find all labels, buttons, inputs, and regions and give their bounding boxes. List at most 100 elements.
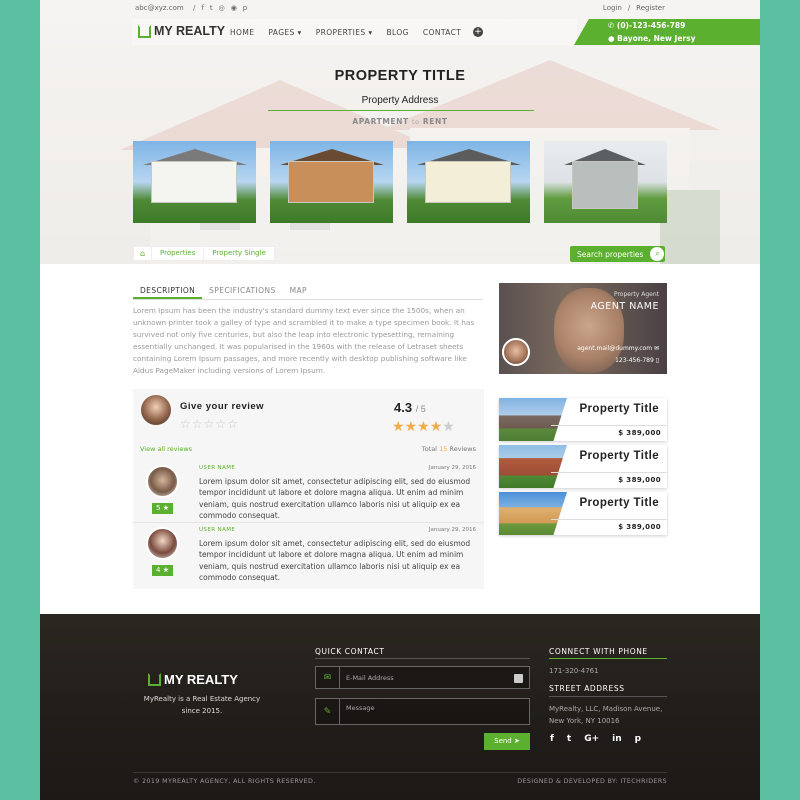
agent-avatar bbox=[502, 338, 530, 366]
dribbble-icon[interactable]: ◉ bbox=[231, 4, 237, 12]
quick-contact-title: QUICK CONTACT bbox=[315, 647, 385, 656]
street-address: MyRealty, LLC, Madison Avenue, New York,… bbox=[549, 705, 663, 725]
breadcrumb-properties[interactable]: Properties bbox=[152, 246, 205, 261]
type-mid: to bbox=[411, 118, 420, 126]
agent-phone[interactable]: 123-456-789 ▯ bbox=[615, 357, 659, 364]
total-label: Total bbox=[421, 445, 437, 453]
add-icon[interactable]: + bbox=[473, 27, 483, 37]
nav-location: ● Bayone, New Jersy bbox=[608, 34, 695, 43]
pinterest-icon[interactable]: p bbox=[243, 4, 247, 12]
detail-tabs: DESCRIPTION SPECIFICATIONS MAP bbox=[133, 284, 483, 300]
review-item: 4 ★ USER NAME January 29, 2016 Lorem ips… bbox=[133, 522, 484, 584]
logo[interactable]: MY REALTY bbox=[138, 24, 225, 38]
give-review-title: Give your review bbox=[180, 401, 265, 412]
menu-properties-label: PROPERTIES bbox=[315, 28, 366, 37]
footer-divider bbox=[133, 772, 667, 773]
view-all-reviews-link[interactable]: View all reviews bbox=[140, 445, 192, 453]
gallery-thumb-3[interactable] bbox=[407, 141, 530, 223]
email-field[interactable]: ✉ E-Mail Address bbox=[315, 666, 530, 689]
related-property-card[interactable]: Property Title $ 389,000 bbox=[499, 492, 667, 535]
property-thumbnail bbox=[499, 445, 567, 488]
home-icon[interactable]: ⌂ bbox=[134, 246, 152, 261]
score-value: 4.3 bbox=[394, 400, 413, 415]
autofill-icon[interactable] bbox=[514, 674, 523, 683]
footer-phone[interactable]: 171-320-4761 bbox=[549, 667, 599, 675]
nav-location-text: Bayone, New Jersy bbox=[617, 34, 696, 43]
pinterest-icon[interactable]: p bbox=[635, 734, 641, 744]
menu-contact[interactable]: CONTACT bbox=[423, 28, 461, 37]
login-link[interactable]: Login bbox=[603, 4, 622, 12]
tab-map[interactable]: MAP bbox=[283, 284, 314, 299]
quick-contact-divider bbox=[315, 658, 530, 659]
type-left: APARTMENT bbox=[352, 117, 409, 126]
menu-blog[interactable]: BLOG bbox=[387, 28, 409, 37]
star-icon[interactable]: ☆ bbox=[215, 417, 227, 431]
star-icon: ★ bbox=[392, 419, 405, 435]
tab-description[interactable]: DESCRIPTION bbox=[133, 284, 203, 299]
facebook-icon[interactable]: f bbox=[550, 734, 554, 744]
rating-input[interactable]: ☆☆☆☆☆ bbox=[180, 417, 239, 431]
search-properties-button[interactable]: Search properties ⌕ bbox=[570, 246, 666, 262]
footer: MY REALTY MyRealty is a Real Estate Agen… bbox=[40, 614, 760, 800]
reviewer-avatar bbox=[141, 395, 171, 425]
thumb-house bbox=[425, 161, 511, 203]
star-icon[interactable]: ☆ bbox=[180, 417, 192, 431]
google-plus-icon[interactable]: G+ bbox=[584, 734, 599, 744]
send-icon: ➤ bbox=[514, 737, 520, 745]
gallery-thumb-4[interactable] bbox=[544, 141, 667, 223]
card-divider bbox=[551, 425, 667, 426]
related-property-card[interactable]: Property Title $ 389,000 bbox=[499, 398, 667, 441]
menu-pages[interactable]: PAGES ▾ bbox=[268, 28, 301, 37]
send-label: Send bbox=[494, 737, 512, 745]
star-icon[interactable]: ☆ bbox=[227, 417, 239, 431]
related-property-title: Property Title bbox=[579, 403, 659, 415]
linkedin-icon[interactable]: in bbox=[612, 734, 622, 744]
nav-inner: MY REALTY HOME PAGES ▾ PROPERTIES ▾ BLOG… bbox=[132, 19, 577, 45]
star-icon: ★ bbox=[404, 419, 418, 435]
tab-specifications[interactable]: SPECIFICATIONS bbox=[202, 284, 282, 299]
designed-by[interactable]: DESIGNED & DEVELOPED BY: ITECHRIDERS bbox=[517, 778, 667, 785]
navbar: MY REALTY HOME PAGES ▾ PROPERTIES ▾ BLOG… bbox=[132, 19, 760, 45]
menu-pages-label: PAGES bbox=[268, 28, 295, 37]
message-field[interactable]: ✎ Message bbox=[315, 698, 530, 725]
thumb-house bbox=[151, 161, 237, 203]
separator: / bbox=[193, 4, 196, 12]
breadcrumb-property-single[interactable]: Property Single bbox=[204, 246, 275, 261]
twitter-icon[interactable]: t bbox=[567, 734, 571, 744]
star-icon: ★ bbox=[429, 419, 443, 435]
property-title: PROPERTY TITLE bbox=[334, 68, 466, 84]
property-thumbnail bbox=[499, 398, 567, 441]
gallery-thumb-1[interactable] bbox=[133, 141, 256, 223]
menu-properties[interactable]: PROPERTIES ▾ bbox=[316, 28, 373, 37]
footer-logo[interactable]: MY REALTY bbox=[148, 672, 238, 687]
auth-links: Login / Register bbox=[603, 4, 665, 12]
twitter-icon[interactable]: t bbox=[210, 4, 213, 12]
review-avatar bbox=[146, 527, 179, 560]
top-email[interactable]: abc@xyz.com bbox=[135, 4, 184, 12]
instagram-icon[interactable]: ◎ bbox=[219, 4, 225, 12]
agent-email[interactable]: agent.mail@dummy.com ✉ bbox=[577, 345, 659, 352]
star-icon[interactable]: ☆ bbox=[204, 417, 216, 431]
property-address: Property Address bbox=[361, 95, 439, 106]
star-icon: ★ bbox=[442, 419, 455, 435]
related-property-card[interactable]: Property Title $ 389,000 bbox=[499, 445, 667, 488]
review-rating-badge: 4 ★ bbox=[152, 565, 173, 576]
review-user[interactable]: USER NAME bbox=[199, 465, 235, 471]
menu-home[interactable]: HOME bbox=[230, 28, 254, 37]
agent-card[interactable]: Property Agent AGENT NAME agent.mail@dum… bbox=[499, 283, 667, 374]
auth-separator: / bbox=[627, 4, 631, 12]
review-date: January 29, 2016 bbox=[428, 465, 476, 471]
top-social-icons: / f t ◎ ◉ p bbox=[193, 4, 247, 12]
star-icon[interactable]: ☆ bbox=[192, 417, 204, 431]
gallery-thumb-2[interactable] bbox=[270, 141, 393, 223]
agent-label: Property Agent bbox=[613, 291, 659, 298]
send-button[interactable]: Send ➤ bbox=[484, 733, 530, 750]
related-property-price: $ 389,000 bbox=[618, 523, 661, 531]
review-text: Lorem ipsum dolor sit amet, consectetur … bbox=[199, 539, 471, 582]
location-pin-icon: ● bbox=[608, 34, 618, 43]
review-user[interactable]: USER NAME bbox=[199, 527, 235, 533]
register-link[interactable]: Register bbox=[636, 4, 665, 12]
nav-phone-text: (0)-123-456-789 bbox=[616, 21, 686, 30]
facebook-icon[interactable]: f bbox=[201, 4, 203, 12]
top-bar: abc@xyz.com / f t ◎ ◉ p Login / Register bbox=[135, 4, 665, 14]
